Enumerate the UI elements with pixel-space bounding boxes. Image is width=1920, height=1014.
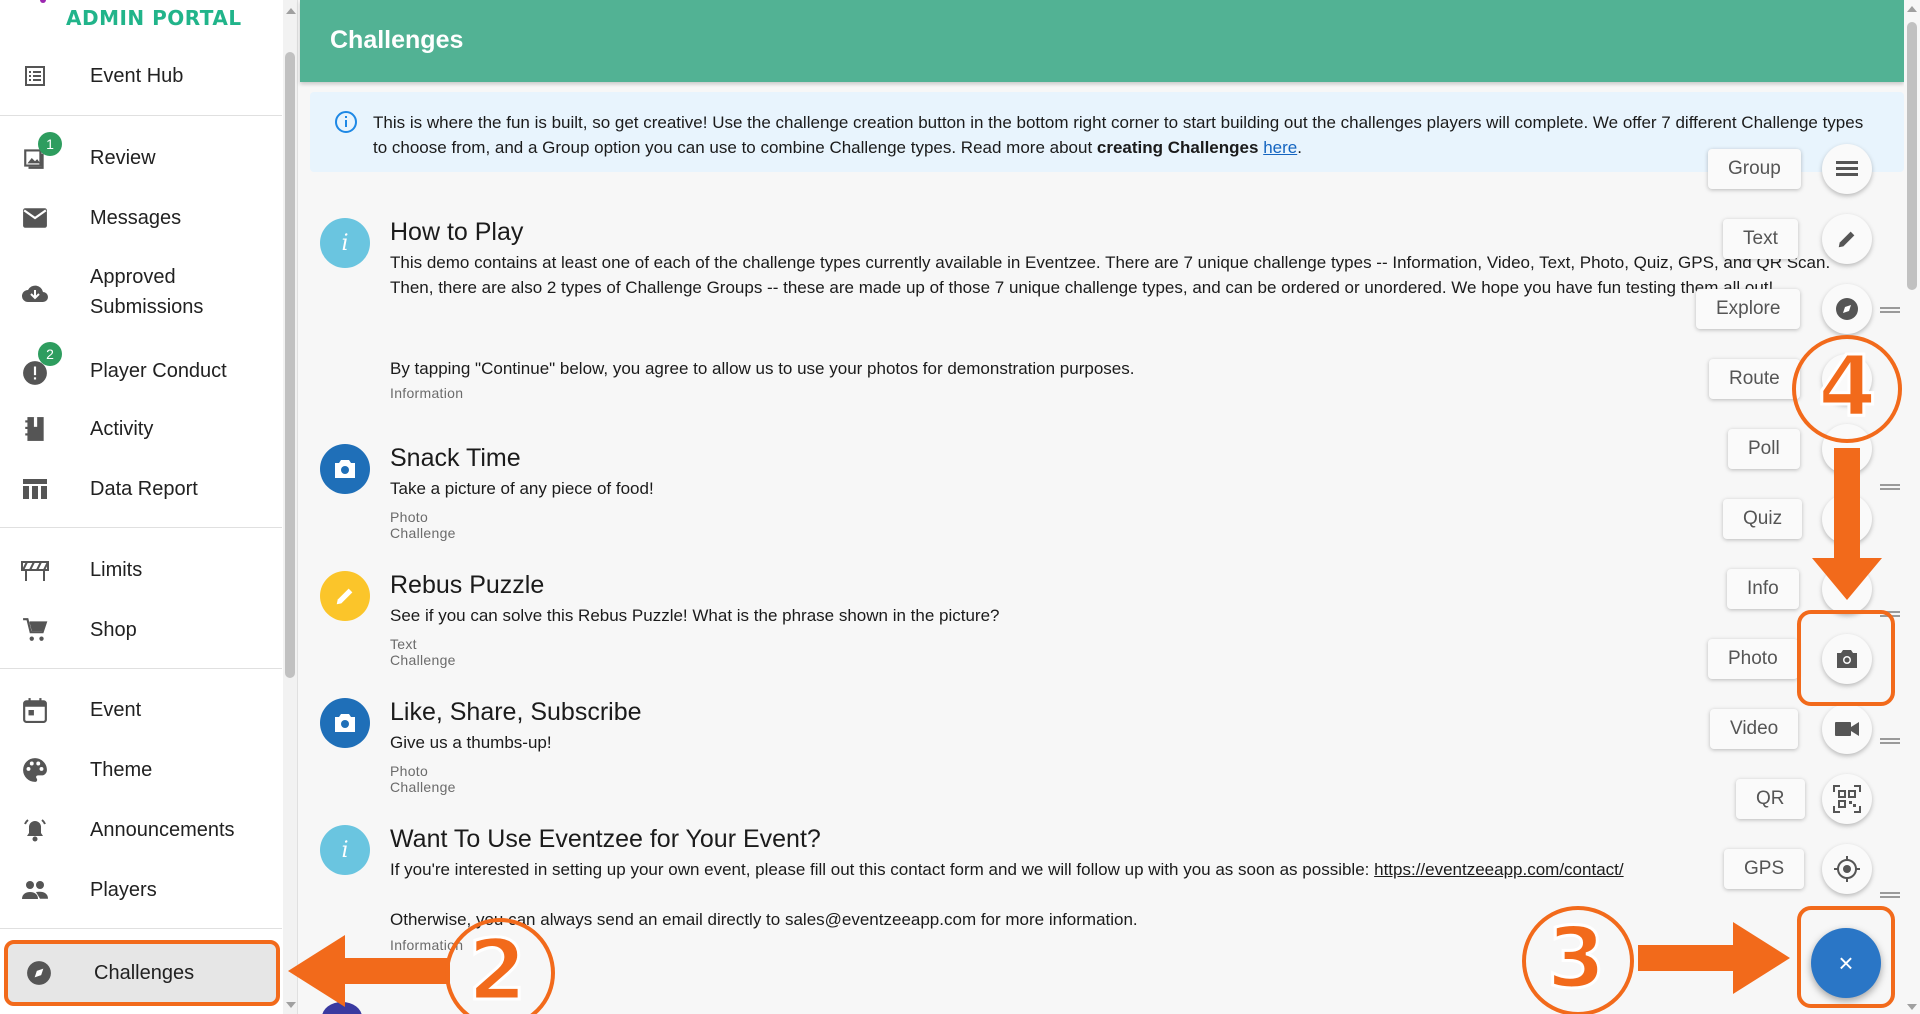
- annotation-ring-fab: [1797, 906, 1895, 1008]
- annotation-step-3: 3: [1545, 909, 1606, 1007]
- annotation-step-2: 2: [466, 921, 527, 1014]
- annotation-ring-photo: [1797, 610, 1895, 706]
- annotation-arrows: [288, 448, 1882, 1007]
- annotation-step-4: 4: [1816, 337, 1877, 435]
